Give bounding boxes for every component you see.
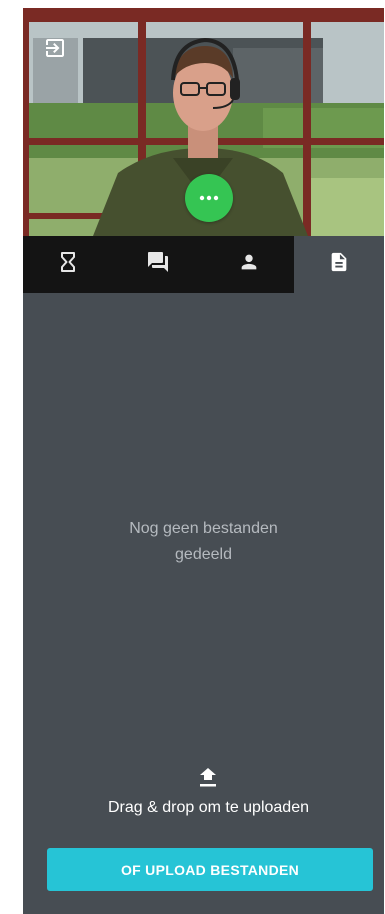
tab-files[interactable]	[293, 236, 384, 293]
hourglass-icon	[61, 252, 76, 277]
upload-files-button[interactable]: OF UPLOAD BESTANDEN	[47, 848, 373, 891]
upload-icon	[199, 768, 217, 788]
app-frame: Nog geen bestanden gedeeld Drag & drop o…	[23, 8, 384, 914]
video-feed	[23, 8, 384, 236]
empty-state-text: Nog geen bestanden gedeeld	[83, 516, 324, 568]
empty-state-line-1: Nog geen bestanden	[129, 520, 278, 537]
files-panel: Nog geen bestanden gedeeld Drag & drop o…	[23, 293, 384, 914]
tab-timer[interactable]	[23, 236, 113, 293]
more-options-button[interactable]	[185, 174, 233, 222]
empty-state-line-2: gedeeld	[175, 546, 232, 563]
tab-chat[interactable]	[113, 236, 203, 293]
tab-participants[interactable]	[204, 236, 294, 293]
chat-icon	[146, 250, 170, 279]
more-horizontal-icon	[199, 195, 219, 201]
drag-drop-text: Drag & drop om te uploaden	[107, 799, 309, 816]
exit-to-app-icon[interactable]	[43, 36, 67, 60]
tab-bar	[23, 236, 384, 293]
file-document-icon	[328, 250, 350, 279]
person-icon	[238, 251, 260, 278]
